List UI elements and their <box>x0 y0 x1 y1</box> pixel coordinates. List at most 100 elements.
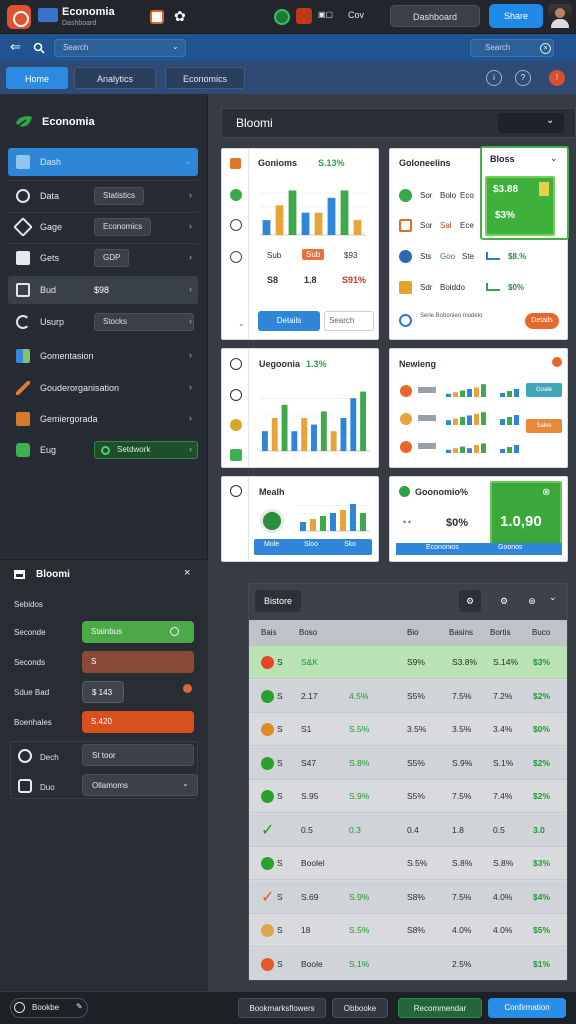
status-icon[interactable] <box>274 9 290 25</box>
record-icon[interactable] <box>296 8 312 24</box>
info-icon[interactable]: i <box>486 70 502 86</box>
table-cell: 1.8 <box>452 824 464 835</box>
card-goonomio: Goonomio% ✶✶ $0% ⊗ 1.0,90 Econonios Goon… <box>389 476 568 562</box>
details-button[interactable]: Details <box>258 311 320 331</box>
help-icon[interactable]: ? <box>515 70 531 86</box>
search-input[interactable]: Search <box>54 39 186 57</box>
filter-field[interactable]: $ 143 <box>82 681 124 703</box>
arrow-icon <box>399 250 412 263</box>
column-header[interactable]: Basins <box>449 620 473 646</box>
card-button[interactable]: Sko <box>344 541 356 548</box>
chevron-down-icon[interactable]: ⌄ <box>172 42 179 51</box>
card-uegoonia: Uegoonia 1.3% <box>221 348 379 468</box>
close-icon[interactable]: × <box>540 43 551 54</box>
card-input[interactable]: Search <box>324 311 374 331</box>
card-value: $0% <box>446 517 469 529</box>
bar <box>262 220 271 235</box>
avatar[interactable] <box>548 4 572 28</box>
table-cell: S.9% <box>452 757 473 768</box>
doc-icon[interactable] <box>150 10 164 24</box>
tab-economics[interactable]: Economics <box>165 67 245 89</box>
big-value-tile[interactable]: ⊗ 1.0,90 <box>490 481 562 545</box>
table-row[interactable]: ✓ S S.69 S.9% S8% 7.5% 4.0% $4% <box>249 880 567 914</box>
mini-bar <box>453 418 458 425</box>
dropdown-highlight[interactable]: $3.88 $3% <box>485 176 555 236</box>
chevron-down-icon[interactable]: ⌄ <box>549 592 557 603</box>
dropdown-menu[interactable]: Bloss ⌄ $3.88 $3% <box>480 146 569 240</box>
table-cell: 7.5% <box>452 791 472 801</box>
tab-analytics[interactable]: Analytics <box>74 67 156 89</box>
column-header[interactable]: Bio <box>407 620 419 646</box>
sidebar-item-eug[interactable]: Eug Setdwork › <box>8 436 198 464</box>
filter-field[interactable]: St toor <box>82 744 194 766</box>
chevron-right-icon: › <box>189 221 192 231</box>
search-icon[interactable] <box>33 42 45 54</box>
mini-bar <box>446 420 451 425</box>
footer-label: Bookbe <box>32 1003 60 1012</box>
sidebar-item-bud[interactable]: Bud $98 › <box>8 276 198 304</box>
column-header[interactable]: Buco <box>532 620 550 646</box>
table-row[interactable]: S 18 S.5% S8% 4.0% 4.0% $5% <box>249 914 567 947</box>
table-row[interactable]: S S.95 S.9% S5% 7.5% 7.4% $2% <box>249 780 567 813</box>
tab-home[interactable]: Home <box>6 67 68 89</box>
card-button[interactable]: Mole <box>264 541 279 548</box>
notification-icon[interactable]: ! <box>549 70 565 86</box>
topbar-center-label[interactable]: Cov <box>348 10 364 20</box>
chevron-icon: ⌄ <box>238 319 245 328</box>
sidebar-item-gage[interactable]: Gage Economics › <box>8 213 198 241</box>
main-header: Bloomi ⌄ <box>221 108 576 138</box>
table-row[interactable]: ✓ 0.5 0.3 0.4 1.8 0.5 3.0 <box>249 813 567 847</box>
status-icon <box>399 486 410 497</box>
mini-bar <box>514 445 519 453</box>
column-header[interactable]: Bais <box>261 620 277 646</box>
sidebar-item-gets[interactable]: Gets GDP › <box>8 244 198 272</box>
table-row[interactable]: S S47 S.8% S5% S.9% S.1% $2% <box>249 746 567 780</box>
chevron-right-icon: › <box>189 252 192 262</box>
footer-button[interactable]: Obbooke <box>332 998 388 1018</box>
mini-bar <box>446 393 451 397</box>
table-row[interactable]: S S1 S.5% 3.5% 3.5% 3.4% $0% <box>249 713 567 746</box>
table-row[interactable]: S S&K S9% S3.8% S.14% $3% <box>249 646 567 679</box>
card-button[interactable]: Sloo <box>304 541 318 548</box>
table-cell: S <box>277 757 283 768</box>
column-header[interactable]: Boso <box>299 620 317 646</box>
clock-icon <box>230 358 242 370</box>
sidebar-item-usurp[interactable]: Usurp Stocks › <box>8 308 198 336</box>
sidebar-item-data[interactable]: Data Statistics › <box>8 182 198 210</box>
share-button[interactable]: Share <box>489 4 543 28</box>
app-logo-icon[interactable] <box>7 5 31 29</box>
filter-field[interactable]: S <box>82 651 194 673</box>
sidebar-item-dash[interactable]: Dash ⌄ <box>8 148 198 176</box>
table-cell: 7.5% <box>452 891 472 902</box>
gear-icon[interactable]: ⚙ <box>493 590 515 612</box>
filter-select[interactable]: Ollamoms <box>82 774 198 796</box>
status-dot-icon <box>261 790 274 803</box>
sidebar-item-gouderorganisation[interactable]: Gouderorganisation › <box>8 374 198 402</box>
mini-bar <box>467 415 472 425</box>
column-header[interactable]: Bortis <box>490 620 510 646</box>
close-icon[interactable]: × <box>184 567 190 579</box>
footer-button[interactable]: Bookmarksflowers <box>238 998 326 1018</box>
settings-icon[interactable]: ⚙ <box>459 590 481 612</box>
filter-label: Boenhales <box>14 718 52 727</box>
brand-mark-icon <box>38 8 58 22</box>
table-row[interactable]: S Boole S.1% 2.5% $1% <box>249 947 567 980</box>
chevron-down-icon[interactable]: ⌄ <box>546 115 554 126</box>
bar <box>350 504 356 531</box>
stat-value: S8 <box>267 275 279 285</box>
table-row[interactable]: S Boolel S.5% S.8% S.8% $3% <box>249 847 567 880</box>
table-cell: S8% <box>407 925 425 935</box>
details-button[interactable]: Details <box>525 313 559 329</box>
flower-icon[interactable]: ✿ <box>174 8 186 25</box>
table-row[interactable]: S 2.17 4.5% S5% 7.5% 7.2% $2% <box>249 679 567 713</box>
back-arrow-icon[interactable]: ⇐ <box>10 39 21 55</box>
sidebar-item-gomentasion[interactable]: Gomentasion › <box>8 342 198 370</box>
card-title: Goloneelins <box>399 158 451 168</box>
table-cell: S.1% <box>493 757 514 768</box>
footer-button[interactable]: Recommendar <box>398 998 482 1018</box>
filter-icon[interactable]: ⊛ <box>521 590 543 612</box>
confirm-button[interactable]: Confirmation <box>488 998 566 1018</box>
dashboard-button[interactable]: Dashboard <box>390 5 480 27</box>
filter-field[interactable]: S.420 <box>82 711 194 733</box>
sidebar-item-gemiergorada[interactable]: Gemiergorada › <box>8 405 198 433</box>
